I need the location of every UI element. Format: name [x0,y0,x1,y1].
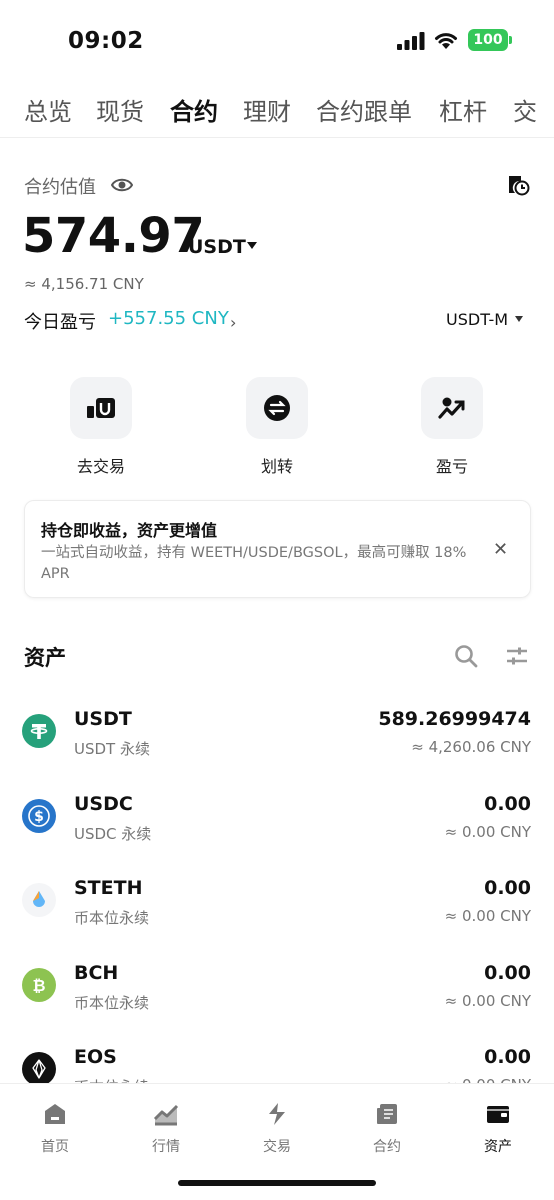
wifi-icon [435,33,457,49]
asset-amount: 0.00 [484,1046,531,1068]
status-time: 09:02 [68,28,144,54]
today-pnl-label[interactable]: 今日盈亏 [24,308,96,334]
eos-icon [22,1052,56,1086]
status-bar: 09:02 100 [0,0,554,80]
caret-down-icon[interactable] [247,242,257,249]
tab-overview[interactable]: 总览 [24,92,72,127]
tether-icon [22,714,56,748]
home-icon [45,1104,65,1124]
asset-cny-value: ≈ 0.00 CNY [444,907,531,925]
asset-amount: 0.00 [484,877,531,899]
nav-market-label: 行情 [152,1139,180,1155]
tab-earn[interactable]: 理财 [243,92,291,127]
nav-futures[interactable]: 合约 [347,1102,427,1156]
close-icon[interactable]: ✕ [493,539,508,560]
transfer-label: 划转 [260,457,293,476]
svg-text:₿: ₿ [32,976,45,995]
asset-amount: 589.26999474 [378,708,531,730]
trade-u-icon [70,377,132,439]
signal-icon [397,32,425,50]
tab-spot[interactable]: 现货 [96,92,144,127]
promo-title: 持仓即收益，资产更增值 [41,521,218,540]
asset-name: USDC [74,793,133,815]
account-tabs: 总览 现货 合约 理财 合约跟单 杠杆 交 [0,88,554,138]
tab-copy-trading[interactable]: 合约跟单 [316,92,412,127]
pnl-button[interactable]: 盈亏 [402,377,502,477]
home-indicator [178,1180,376,1186]
promo-description: 一站式自动收益，持有 WEETH/USDE/BGSOL，最高可赚取 18% AP… [41,545,467,582]
valuation-unit-select[interactable]: USDT [188,236,246,258]
futures-icon [377,1104,397,1124]
search-icon[interactable] [454,644,478,668]
caret-down-icon[interactable] [515,316,523,322]
nav-assets[interactable]: 资产 [458,1102,538,1156]
svg-text:$: $ [34,809,44,825]
bch-icon: ₿ [22,968,56,1002]
asset-row-usdc[interactable]: $ USDC USDC 永续 0.00 ≈ 0.00 CNY [0,793,554,873]
nav-trade[interactable]: 交易 [237,1102,317,1156]
nav-assets-label: 资产 [484,1139,512,1155]
asset-subtitle: 币本位永续 [74,909,150,927]
valuation-label: 合约估值 [24,177,96,198]
asset-name: USDT [74,708,132,730]
go-trade-label: 去交易 [76,457,125,476]
eye-icon[interactable] [111,176,133,194]
tab-margin[interactable]: 杠杆 [439,92,487,127]
tab-futures[interactable]: 合约 [170,92,218,127]
asset-cny-value: ≈ 4,260.06 CNY [411,738,531,756]
promo-banner[interactable]: 持仓即收益，资产更增值 一站式自动收益，持有 WEETH/USDE/BGSOL，… [24,500,531,598]
today-pnl-value[interactable]: +557.55 CNY [108,308,229,329]
pnl-chart-icon [421,377,483,439]
nav-trade-label: 交易 [263,1139,291,1155]
asset-row-bch[interactable]: ₿ BCH 币本位永续 0.00 ≈ 0.00 CNY [0,962,554,1042]
assets-title: 资产 [24,646,66,670]
nav-home[interactable]: 首页 [15,1102,95,1156]
asset-amount: 0.00 [484,793,531,815]
wallet-icon [487,1106,509,1123]
asset-name: STETH [74,877,143,899]
steth-icon [22,883,56,917]
battery-icon: 100 [468,29,508,51]
margin-mode-select[interactable]: USDT-M [446,310,508,329]
asset-subtitle: USDC 永续 [74,825,152,843]
nav-futures-label: 合约 [373,1139,401,1155]
asset-subtitle: USDT 永续 [74,740,150,758]
transfer-button[interactable]: 划转 [227,377,327,477]
market-icon [153,1104,179,1126]
nav-home-label: 首页 [41,1139,69,1155]
pnl-label: 盈亏 [435,457,468,476]
valuation-cny: ≈ 4,156.71 CNY [24,275,144,293]
asset-row-steth[interactable]: STETH 币本位永续 0.00 ≈ 0.00 CNY [0,877,554,957]
asset-cny-value: ≈ 0.00 CNY [444,823,531,841]
go-trade-button[interactable]: 去交易 [51,377,151,477]
nav-market[interactable]: 行情 [126,1102,206,1156]
trade-icon [269,1103,285,1125]
usdc-icon: $ [22,799,56,833]
tab-more[interactable]: 交 [513,92,537,127]
history-icon[interactable] [506,172,530,196]
battery-cap [509,36,512,44]
transfer-icon [246,377,308,439]
asset-amount: 0.00 [484,962,531,984]
filter-settings-icon[interactable] [505,644,529,668]
asset-cny-value: ≈ 0.00 CNY [444,992,531,1010]
chevron-right-icon[interactable]: › [230,313,236,332]
asset-row-usdt[interactable]: USDT USDT 永续 589.26999474 ≈ 4,260.06 CNY [0,708,554,788]
futures-valuation-value: 574.97 [22,208,205,264]
asset-subtitle: 币本位永续 [74,994,150,1012]
asset-name: EOS [74,1046,117,1068]
asset-name: BCH [74,962,119,984]
